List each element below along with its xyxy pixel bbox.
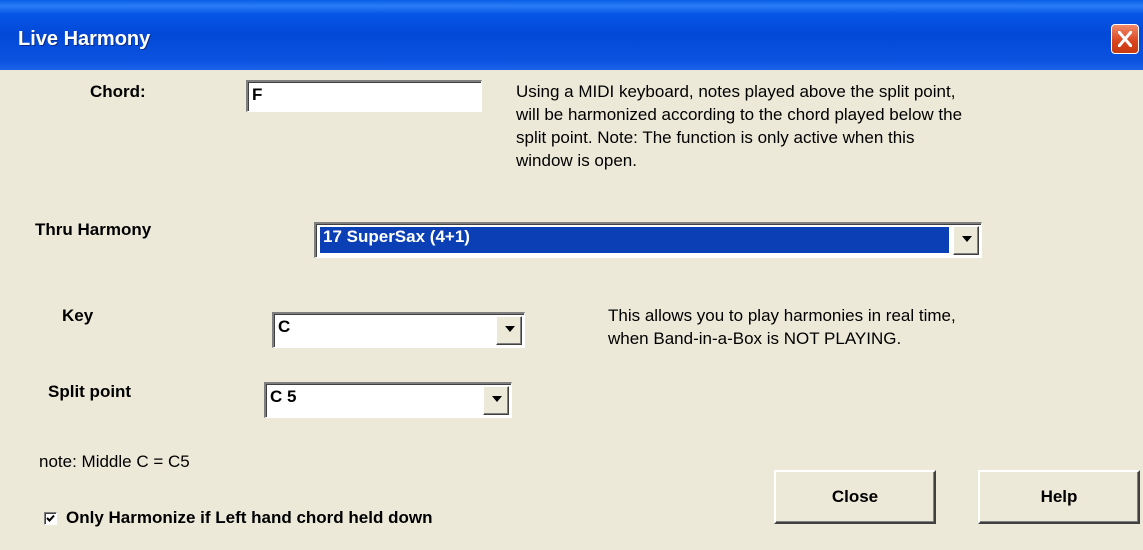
info-line: will be harmonized according to the chor…: [516, 105, 963, 124]
split-point-select[interactable]: C 5: [264, 382, 512, 418]
info-line: Using a MIDI keyboard, notes played abov…: [516, 82, 956, 101]
chevron-down-icon: [505, 326, 515, 332]
key-value: C: [278, 317, 291, 336]
chevron-down-icon: [492, 396, 502, 402]
key-label: Key: [62, 306, 94, 325]
thru-harmony-select[interactable]: 17 SuperSax (4+1): [314, 222, 982, 258]
harmonize-checkbox-label[interactable]: Only Harmonize if Left hand chord held d…: [66, 508, 432, 528]
info-line: This allows you to play harmonies in rea…: [608, 306, 956, 325]
info-line: when Band-in-a-Box is NOT PLAYING.: [608, 329, 902, 348]
key-select[interactable]: C: [272, 312, 525, 348]
info-text-middle: This allows you to play harmonies in rea…: [608, 304, 1128, 350]
split-point-label: Split point: [48, 382, 132, 401]
chord-input[interactable]: F: [246, 80, 482, 112]
title-bar[interactable]: Live Harmony: [0, 0, 1143, 70]
help-button[interactable]: Help: [978, 470, 1140, 524]
close-icon: [1118, 31, 1132, 47]
check-icon: [46, 514, 55, 522]
key-dropdown-button[interactable]: [496, 316, 522, 345]
info-line: split point. Note: The function is only …: [516, 128, 915, 147]
window-title: Live Harmony: [18, 28, 151, 50]
info-text-top: Using a MIDI keyboard, notes played abov…: [516, 80, 1143, 172]
chord-label: Chord:: [90, 82, 146, 101]
middle-c-note: note: Middle C = C5: [39, 452, 190, 471]
thru-harmony-label: Thru Harmony: [35, 220, 152, 239]
close-button[interactable]: Close: [774, 470, 936, 524]
split-point-dropdown-button[interactable]: [483, 386, 509, 415]
thru-harmony-dropdown-button[interactable]: [953, 226, 979, 255]
thru-harmony-value: 17 SuperSax (4+1): [319, 226, 950, 254]
chevron-down-icon: [962, 236, 972, 242]
window-close-button[interactable]: [1111, 24, 1139, 54]
chord-input-value: F: [252, 85, 263, 104]
split-point-value: C 5: [270, 387, 297, 406]
info-line: window is open.: [516, 151, 637, 170]
harmonize-checkbox[interactable]: [44, 512, 57, 525]
